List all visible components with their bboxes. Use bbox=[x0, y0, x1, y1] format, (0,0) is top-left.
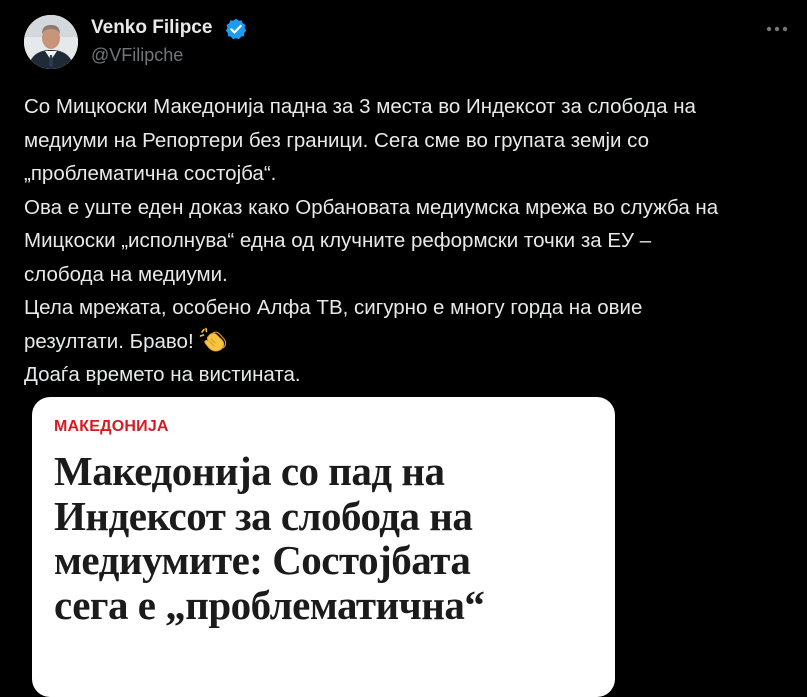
clapping-hands-icon bbox=[199, 327, 227, 353]
headline-line: сега е „проблематична“ bbox=[54, 581, 485, 628]
tweet-line: „проблематична состојба“. bbox=[24, 162, 277, 185]
tweet-line: резултати. Браво! bbox=[24, 329, 194, 353]
headline-line: медиумите: Состојбата bbox=[54, 537, 471, 583]
tweet-media-image[interactable]: МАКЕДОНИЈА Македонија со пад на Индексот… bbox=[32, 397, 615, 697]
headline-line: Македонија со пад на bbox=[54, 448, 445, 494]
author-handle[interactable]: @VFilipche bbox=[91, 45, 183, 66]
author-name[interactable]: Venko Filipce bbox=[91, 17, 212, 39]
tweet-text: Со Мицкоски Македонија падна за 3 места … bbox=[24, 90, 794, 392]
article-headline: Македонија со пад на Индексот за слобода… bbox=[54, 449, 599, 627]
tweet-line: Доаѓа времето на вистината. bbox=[24, 363, 301, 386]
tweet-line: Мицкоски „исполнува“ една од клучните ре… bbox=[24, 229, 652, 252]
avatar[interactable] bbox=[24, 15, 78, 69]
headline-line: Индексот за слобода на bbox=[54, 492, 473, 539]
verified-badge-icon bbox=[225, 18, 247, 40]
tweet-line: Со Мицкоски Македонија падна за 3 места … bbox=[24, 95, 696, 118]
profile-photo bbox=[24, 15, 78, 69]
more-horizontal-icon bbox=[766, 26, 788, 32]
tweet-line: Ова е уште еден доказ како Орбановата ме… bbox=[24, 195, 719, 219]
tweet-line: Цела мрежата, особено Алфа ТВ, сигурно е… bbox=[24, 296, 643, 319]
article-category: МАКЕДОНИЈА bbox=[54, 418, 169, 435]
more-options-button[interactable] bbox=[760, 14, 794, 44]
tweet-line: слобода на медиуми. bbox=[24, 262, 228, 286]
tweet-line-with-emoji: резултати. Браво! bbox=[24, 325, 794, 359]
tweet-line: медиуми на Репортери без граници. Сега с… bbox=[24, 128, 650, 152]
